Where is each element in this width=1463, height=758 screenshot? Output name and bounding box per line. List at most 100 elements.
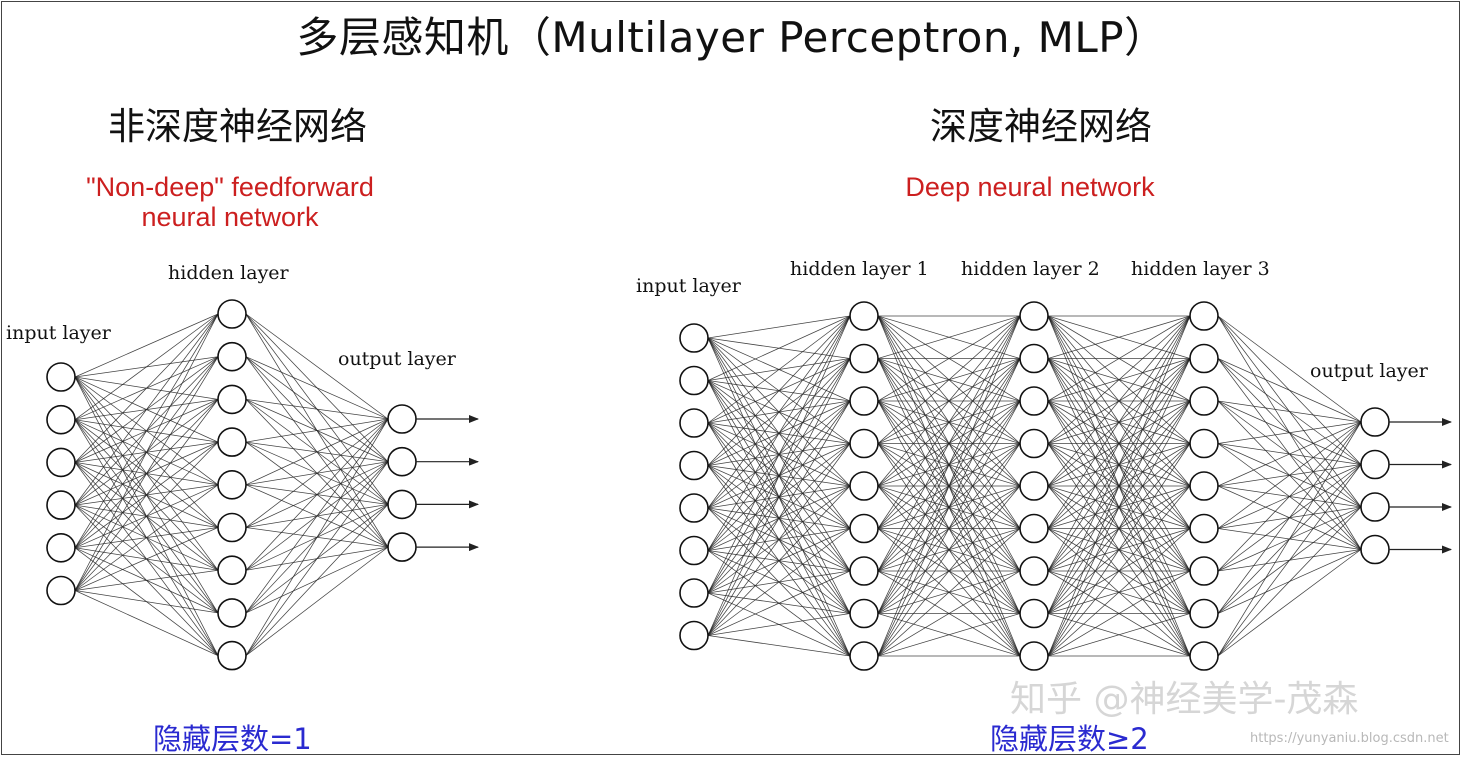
left-neuron-layer-0 <box>46 532 76 563</box>
right-neuron-layer-1 <box>849 471 879 501</box>
right-hidden-layer-3-label: hidden layer 3 <box>1131 258 1270 280</box>
right-neuron-layer-4 <box>1360 534 1390 565</box>
left-connection <box>245 418 389 571</box>
right-neuron-layer-3 <box>1189 513 1219 544</box>
left-neuron-layer-2 <box>387 489 417 520</box>
right-connection <box>1217 421 1362 614</box>
right-neuron-layer-2 <box>1019 598 1049 629</box>
right-neuron-layer-2 <box>1019 301 1049 331</box>
right-neuron-layer-2 <box>1019 386 1049 416</box>
left-connection <box>245 418 389 486</box>
left-neuron-layer-0 <box>46 404 76 435</box>
left-connection <box>74 484 219 591</box>
left-neuron-layer-2 <box>387 532 417 562</box>
right-connection <box>1217 506 1362 657</box>
right-neuron-layer-2 <box>1019 556 1049 586</box>
left-connection <box>74 590 219 656</box>
right-connection <box>1217 421 1362 657</box>
left-neuron-layer-1 <box>217 512 247 543</box>
left-neuron-layer-2 <box>387 404 417 434</box>
right-neuron-layer-2 <box>1019 428 1049 459</box>
right-input-layer-label: input layer <box>636 275 741 297</box>
right-neuron-layer-2 <box>1019 641 1049 671</box>
right-connection <box>707 358 851 636</box>
watermark: 知乎 @神经美学-茂森 <box>1010 679 1359 720</box>
right-connection <box>1217 421 1362 572</box>
left-neuron-layer-0 <box>46 362 76 392</box>
right-neuron-layer-3 <box>1189 471 1219 501</box>
deep-network <box>679 301 1452 671</box>
right-connection <box>707 613 851 636</box>
right-connection <box>1217 421 1362 529</box>
right-connection <box>707 315 851 509</box>
right-hidden-layer-2-label: hidden layer 2 <box>961 258 1100 280</box>
right-connection <box>707 315 851 594</box>
right-connection <box>707 315 851 424</box>
right-neuron-layer-0 <box>679 535 709 566</box>
right-neuron-layer-2 <box>1019 513 1049 544</box>
right-neuron-layer-0 <box>679 578 709 608</box>
right-connection <box>1217 421 1362 444</box>
right-neuron-layer-2 <box>1019 471 1049 501</box>
right-neuron-layer-1 <box>849 301 879 331</box>
left-neuron-layer-1 <box>217 341 247 372</box>
left-caption: 隐藏层数=1 <box>153 722 312 756</box>
right-output-layer-label: output layer <box>1310 360 1428 382</box>
right-neuron-layer-1 <box>849 428 879 459</box>
right-neuron-layer-3 <box>1189 301 1219 331</box>
left-neuron-layer-2 <box>387 446 417 477</box>
right-connection <box>707 315 851 551</box>
left-neuron-layer-1 <box>217 598 247 628</box>
right-connection <box>707 400 851 636</box>
right-connection <box>707 315 851 381</box>
right-connection <box>707 570 851 636</box>
right-caption: 隐藏层数≥2 <box>990 722 1149 756</box>
left-connection <box>245 461 389 656</box>
left-connection <box>74 399 219 591</box>
right-neuron-layer-3 <box>1189 598 1219 629</box>
left-neuron-layer-0 <box>46 490 76 520</box>
right-connection <box>707 443 851 636</box>
left-connection <box>245 418 389 528</box>
network-diagrams <box>46 299 1452 671</box>
right-neuron-layer-0 <box>679 620 709 651</box>
right-connection <box>707 528 851 636</box>
left-connection <box>74 313 219 548</box>
left-connection <box>74 441 219 591</box>
left-neuron-layer-1 <box>217 555 247 586</box>
left-neuron-layer-1 <box>217 427 247 457</box>
left-neuron-layer-1 <box>217 384 247 415</box>
right-neuron-layer-1 <box>849 513 879 544</box>
left-connection <box>74 569 219 591</box>
right-connection <box>1217 421 1362 487</box>
left-connection <box>74 590 219 614</box>
right-connection <box>1217 400 1362 423</box>
right-neuron-layer-3 <box>1189 386 1219 416</box>
left-input-layer-label: input layer <box>6 322 111 344</box>
right-neuron-layer-0 <box>679 408 709 438</box>
right-neuron-layer-4 <box>1360 449 1390 480</box>
right-connection <box>707 315 851 636</box>
right-connection <box>707 315 851 339</box>
right-connection <box>707 315 851 466</box>
right-neuron-layer-1 <box>849 386 879 416</box>
left-neuron-layer-0 <box>46 447 76 478</box>
right-neuron-layer-1 <box>849 556 879 586</box>
right-neuron-layer-4 <box>1360 492 1390 522</box>
left-connection <box>245 546 389 656</box>
right-neuron-layer-3 <box>1189 641 1219 671</box>
left-connection <box>74 356 219 591</box>
right-neuron-layer-1 <box>849 598 879 629</box>
right-connection <box>1217 549 1362 657</box>
watermark-url: https://yunyaniu.blog.csdn.net <box>1250 731 1449 746</box>
left-neuron-layer-1 <box>217 640 247 671</box>
right-connection <box>707 485 851 636</box>
left-neuron-layer-1 <box>217 299 247 329</box>
right-neuron-layer-3 <box>1189 556 1219 586</box>
right-connection <box>1217 464 1362 657</box>
right-neuron-layer-0 <box>679 323 709 353</box>
left-connection <box>245 418 389 443</box>
left-output-layer-label: output layer <box>338 348 456 370</box>
left-connection <box>74 313 219 591</box>
right-neuron-layer-0 <box>679 450 709 481</box>
